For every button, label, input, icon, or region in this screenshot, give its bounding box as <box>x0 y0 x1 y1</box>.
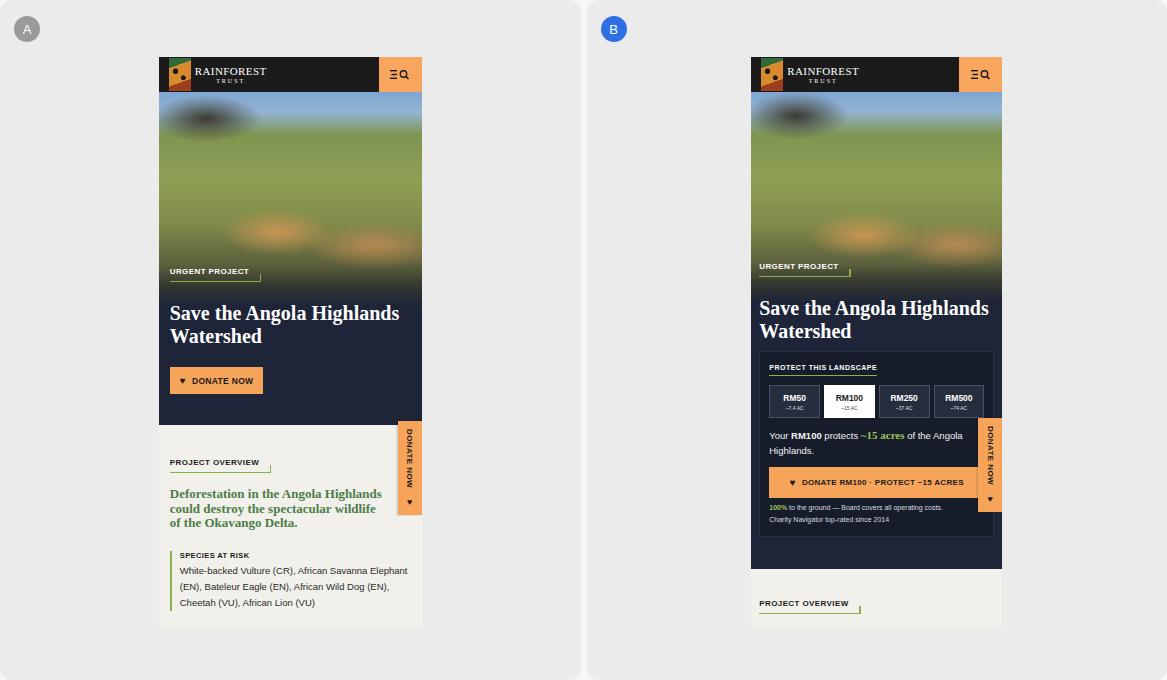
urgent-tag: URGENT PROJECT <box>759 262 850 277</box>
project-overview: PROJECT OVERVIEW Deforestation in the Ang… <box>159 425 422 628</box>
variant-badge: A <box>14 16 40 42</box>
hero: URGENT PROJECT Save the Angola Highlands … <box>751 92 1002 569</box>
variant-panel: B RAINFORESTTRUST URGENT PROJECT Save the A… <box>587 0 1167 680</box>
overview-headline: Deforestation in the Angola Highlands co… <box>170 487 411 531</box>
sticky-donate-tab[interactable]: DONATE NOW♥ <box>398 421 422 515</box>
heart-icon: ♥ <box>407 498 412 507</box>
amount-option[interactable]: RM100~15 AC <box>824 385 875 418</box>
donate-button[interactable]: ♥DONATE NOW <box>170 367 264 394</box>
amount-options: RM50~7.4 ACRM100~15 ACRM250~37 ACRM500~7… <box>769 385 984 418</box>
phone-screen: RAINFORESTTRUST URGENT PROJECT Save the An… <box>159 57 422 628</box>
site-header: RAINFORESTTRUST <box>751 57 1002 92</box>
leopard-logo-icon <box>761 58 783 91</box>
menu-search-button[interactable] <box>959 57 1002 92</box>
logo-text: RAINFORESTTRUST <box>195 66 267 84</box>
menu-icon <box>971 69 991 80</box>
logo-text: RAINFORESTTRUST <box>787 66 859 84</box>
project-overview: PROJECT OVERVIEW <box>751 569 1002 628</box>
amount-option[interactable]: RM250~37 AC <box>879 385 930 418</box>
amount-option[interactable]: RM50~7.4 AC <box>769 385 820 418</box>
rating-note: Charity Navigator top-rated since 2014 <box>769 514 889 526</box>
amount-option[interactable]: RM500~74 AC <box>934 385 985 418</box>
phone-screen: RAINFORESTTRUST URGENT PROJECT Save the An… <box>751 57 1002 628</box>
heart-icon: ♥ <box>988 495 993 504</box>
species-at-risk: SPECIES AT RISKWhite-backed Vulture (CR)… <box>170 551 411 611</box>
sticky-donate-tab[interactable]: DONATE NOW♥ <box>978 418 1002 512</box>
site-header: RAINFORESTTRUST <box>159 57 422 92</box>
hero-title: Save the Angola Highlands Watershed <box>759 297 994 343</box>
menu-icon <box>390 69 410 80</box>
impact-summary: Your RM100 protects ~15 acres of the Ang… <box>769 428 984 458</box>
card-title: PROTECT THIS LANDSCAPE <box>769 364 877 376</box>
hero-title: Save the Angola Highlands Watershed <box>170 302 411 348</box>
variant-panel: A RAINFORESTTRUST URGENT PROJECT Save the A… <box>0 0 581 680</box>
leopard-logo-icon <box>169 58 191 91</box>
overview-label: PROJECT OVERVIEW <box>759 599 860 614</box>
heart-icon: ♥ <box>790 478 796 488</box>
logo[interactable]: RAINFORESTTRUST <box>159 57 267 92</box>
variant-badge: B <box>601 16 627 42</box>
menu-search-button[interactable] <box>379 57 422 92</box>
guarantee-note: 100% to the ground — Board covers all op… <box>769 502 943 514</box>
urgent-tag: URGENT PROJECT <box>170 267 261 282</box>
heart-icon: ♥ <box>180 376 186 386</box>
comparison-canvas: A RAINFORESTTRUST URGENT PROJECT Save the A… <box>0 0 1167 680</box>
hero: URGENT PROJECT Save the Angola Highlands … <box>159 92 422 425</box>
logo[interactable]: RAINFORESTTRUST <box>751 57 859 92</box>
overview-label: PROJECT OVERVIEW <box>170 458 271 473</box>
donate-card: PROTECT THIS LANDSCAPE RM50~7.4 ACRM100~1… <box>759 351 994 537</box>
donate-amount-button[interactable]: ♥DONATE RM100 · PROTECT ~15 ACRES <box>769 467 984 498</box>
